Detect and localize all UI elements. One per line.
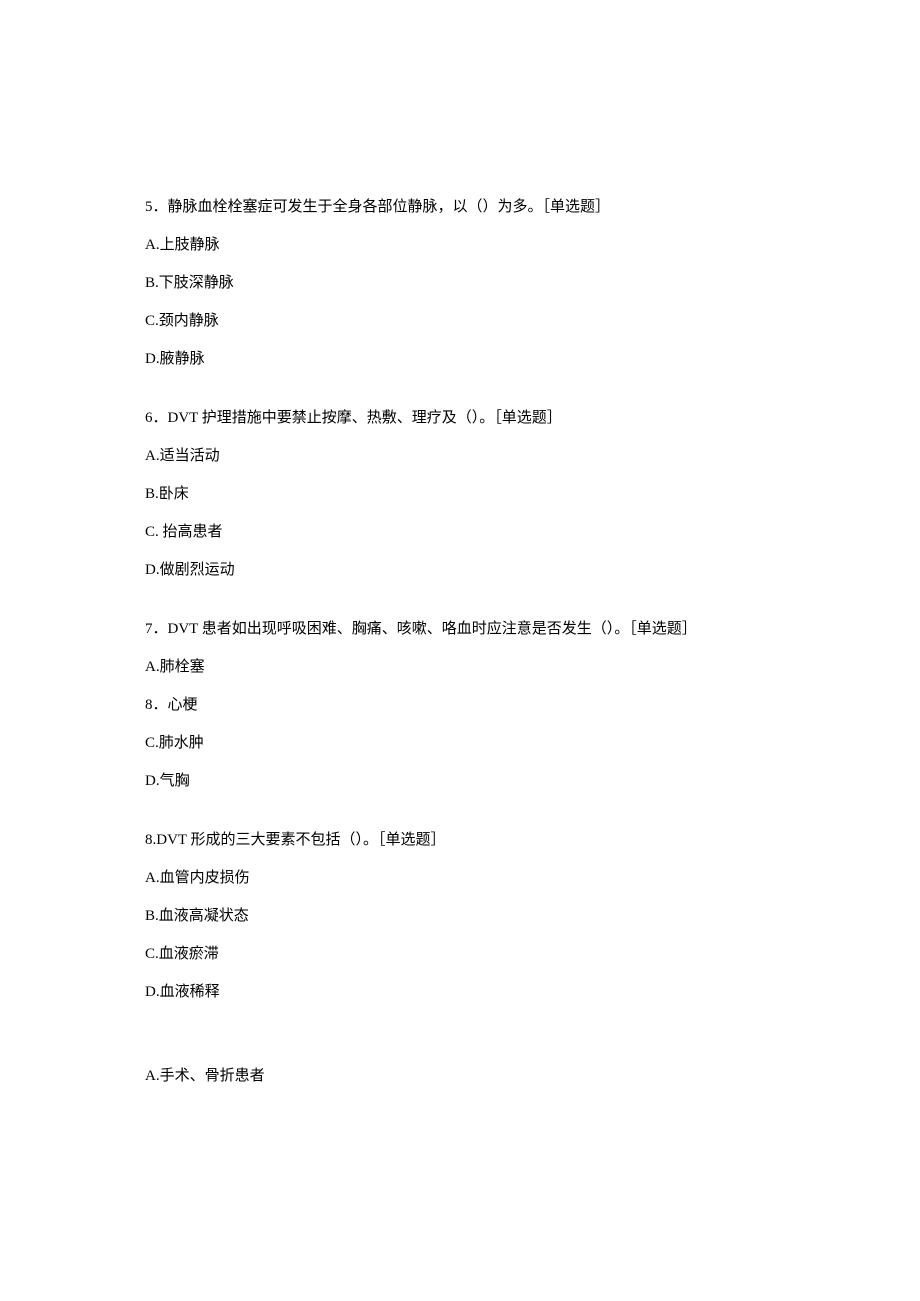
option-text: 腋静脉 (160, 351, 205, 367)
option-label: C. (145, 313, 159, 329)
option-b: B.下肢深静脉 (145, 271, 775, 295)
option-text: 血液稀释 (160, 984, 220, 1000)
option-b: B.卧床 (145, 482, 775, 506)
option-label: C. (145, 735, 159, 751)
option-label: C. (145, 946, 159, 962)
question-text: 6．DVT 护理措施中要禁止按摩、热敷、理疗及（）。［单选题］ (145, 406, 775, 430)
option-label: B. (145, 275, 159, 291)
option-a: A.肺栓塞 (145, 655, 775, 679)
question-number: 6 (145, 410, 153, 426)
option-a: A.上肢静脉 (145, 233, 775, 257)
option-label: 8 (145, 697, 153, 713)
option-c: C. 抬高患者 (145, 520, 775, 544)
option-text: 下肢深静脉 (159, 275, 234, 291)
option-b: 8．心梗 (145, 693, 775, 717)
option-label: A. (145, 659, 160, 675)
option-text: ．心梗 (153, 697, 198, 713)
option-label: A. (145, 237, 160, 253)
option-d: D.血液稀释 (145, 980, 775, 1004)
option-d: D.气胸 (145, 769, 775, 793)
option-label: B. (145, 486, 159, 502)
option-text: 肺栓塞 (160, 659, 205, 675)
option-a: A.血管内皮损伤 (145, 866, 775, 890)
question-body: DVT 形成的三大要素不包括（）。［单选题］ (156, 832, 445, 848)
option-d: D.做剧烈运动 (145, 558, 775, 582)
option-c: C.颈内静脉 (145, 309, 775, 333)
option-label: C. (145, 524, 163, 540)
option-label: A. (145, 870, 160, 886)
option-text: 抬高患者 (163, 524, 223, 540)
option-text: 手术、骨折患者 (160, 1068, 265, 1084)
option-text: 血管内皮损伤 (160, 870, 250, 886)
question-body: ．DVT 护理措施中要禁止按摩、热敷、理疗及（）。［单选题］ (153, 410, 562, 426)
option-b: B.血液高凝状态 (145, 904, 775, 928)
option-d: D.腋静脉 (145, 347, 775, 371)
option-text: 气胸 (160, 773, 190, 789)
question-5: 5．静脉血栓栓塞症可发生于全身各部位静脉，以（）为多。［单选题］ A.上肢静脉 … (145, 195, 775, 371)
option-text: 血液瘀滞 (159, 946, 219, 962)
question-number: 5 (145, 199, 153, 215)
question-text: 7．DVT 患者如出现呼吸困难、胸痛、咳嗽、咯血时应注意是否发生（）。［单选题］ (145, 617, 775, 641)
option-text: 颈内静脉 (159, 313, 219, 329)
option-text: 肺水肿 (159, 735, 204, 751)
option-label: D. (145, 773, 160, 789)
orphan-option-a: A.手术、骨折患者 (145, 1064, 775, 1088)
question-body: ．静脉血栓栓塞症可发生于全身各部位静脉，以（）为多。［单选题］ (153, 199, 611, 215)
option-text: 血液高凝状态 (159, 908, 249, 924)
option-text: 卧床 (159, 486, 189, 502)
question-7: 7．DVT 患者如出现呼吸困难、胸痛、咳嗽、咯血时应注意是否发生（）。［单选题］… (145, 617, 775, 793)
question-6: 6．DVT 护理措施中要禁止按摩、热敷、理疗及（）。［单选题］ A.适当活动 B… (145, 406, 775, 582)
option-text: 适当活动 (160, 448, 220, 464)
question-number: 8. (145, 832, 156, 848)
option-label: A. (145, 448, 160, 464)
question-body: ．DVT 患者如出现呼吸困难、胸痛、咳嗽、咯血时应注意是否发生（）。［单选题］ (153, 621, 697, 637)
question-number: 7 (145, 621, 153, 637)
option-c: C.肺水肿 (145, 731, 775, 755)
question-text: 5．静脉血栓栓塞症可发生于全身各部位静脉，以（）为多。［单选题］ (145, 195, 775, 219)
option-text: 做剧烈运动 (160, 562, 235, 578)
option-a: A.适当活动 (145, 444, 775, 468)
question-8: 8.DVT 形成的三大要素不包括（）。［单选题］ A.血管内皮损伤 B.血液高凝… (145, 828, 775, 1004)
option-c: C.血液瘀滞 (145, 942, 775, 966)
option-label: B. (145, 908, 159, 924)
option-label: D. (145, 984, 160, 1000)
option-text: 上肢静脉 (160, 237, 220, 253)
option-label: D. (145, 351, 160, 367)
question-text: 8.DVT 形成的三大要素不包括（）。［单选题］ (145, 828, 775, 852)
option-label: A. (145, 1068, 160, 1084)
option-label: D. (145, 562, 160, 578)
